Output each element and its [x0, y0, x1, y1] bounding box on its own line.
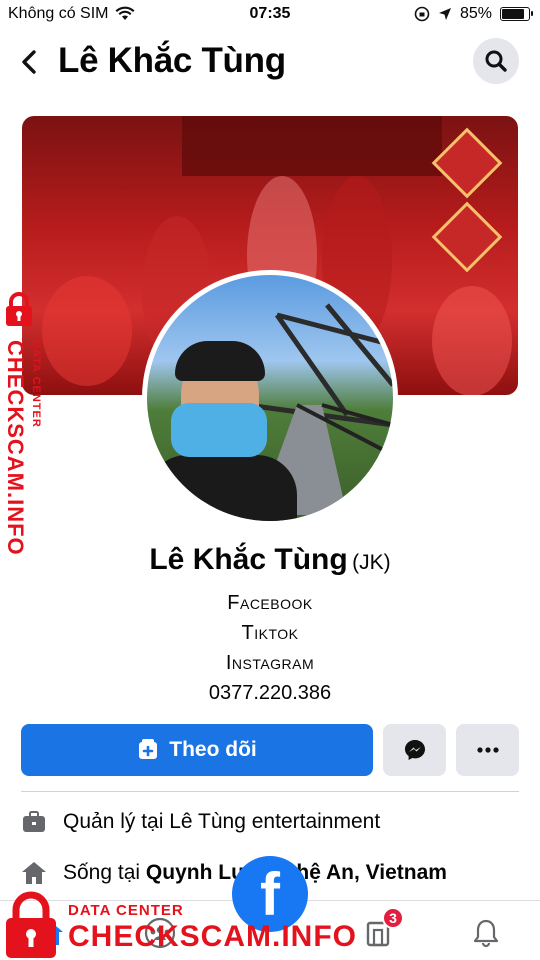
watermark-brand: CHECKSCAM.INFO [68, 920, 357, 953]
notification-badge: 3 [382, 907, 404, 929]
battery-percent: 85% [459, 5, 492, 22]
profile-nickname: (JK) [352, 551, 391, 574]
avatar-mask [171, 403, 267, 457]
orientation-lock-icon [414, 6, 430, 22]
avatar-shirt [147, 455, 297, 521]
bio-line: Facebook [227, 592, 313, 614]
status-right: 85% [414, 5, 533, 23]
bio-line: Instagram [225, 652, 315, 674]
cover-lantern [431, 201, 503, 273]
avatar-hair [175, 341, 265, 381]
home-icon [22, 862, 46, 884]
profile-name-line: Lê Khắc Tùng (JK) [0, 543, 540, 577]
location-arrow-icon [438, 8, 451, 20]
avatar-image [147, 275, 393, 521]
messenger-icon [404, 740, 425, 760]
briefcase-icon [23, 811, 45, 832]
tab-notifications[interactable] [466, 913, 506, 953]
work-prefix: Quản lý tại [63, 810, 170, 833]
search-icon [485, 50, 507, 72]
cover-figure [432, 286, 512, 395]
chevron-left-icon [22, 50, 36, 74]
work-value[interactable]: Lê Tùng entertainment [169, 810, 380, 833]
bio-phone: 0377.220.386 [208, 682, 332, 704]
divider [21, 791, 519, 792]
follow-label: Theo dõi [169, 738, 257, 761]
info-row-work: Quản lý tại Lê Tùng entertainment [21, 802, 519, 842]
watermark-tagline-vertical: DATA CENTER [30, 340, 42, 428]
more-dots-icon [476, 747, 499, 753]
watermark-lock-icon [6, 891, 56, 958]
work-text: Quản lý tại Lê Tùng entertainment [63, 810, 380, 834]
avatar[interactable] [142, 270, 398, 526]
search-button[interactable] [473, 38, 519, 84]
page-title: Lê Khắc Tùng [58, 41, 286, 80]
bio-line: Tiktok [241, 622, 299, 644]
status-bar: Không có SIM 07:35 85% [0, 0, 540, 30]
cover-figure [42, 276, 132, 386]
watermark-brand-vertical: CHECKSCAM.INFO [3, 340, 28, 556]
follow-plus-icon [139, 739, 158, 759]
cover-sign-shape [182, 116, 442, 176]
follow-button[interactable]: Theo dõi [21, 724, 373, 776]
more-button[interactable] [456, 724, 519, 776]
watermark-tagline: DATA CENTER [68, 902, 184, 919]
profile-bio: Facebook Tiktok Instagram 0377.220.386 [0, 588, 540, 708]
profile-name: Lê Khắc Tùng [149, 543, 348, 576]
profile-header: Lê Khắc Tùng [0, 36, 540, 88]
tab-pages[interactable]: 3 [360, 907, 404, 953]
bell-icon [473, 919, 499, 948]
message-button[interactable] [383, 724, 446, 776]
battery-fill [502, 9, 525, 19]
watermark-lock-icon [6, 292, 32, 326]
home-prefix: Sống tại [63, 861, 146, 884]
cover-lantern [431, 127, 503, 199]
back-button[interactable] [16, 44, 44, 80]
battery-icon [500, 7, 533, 21]
